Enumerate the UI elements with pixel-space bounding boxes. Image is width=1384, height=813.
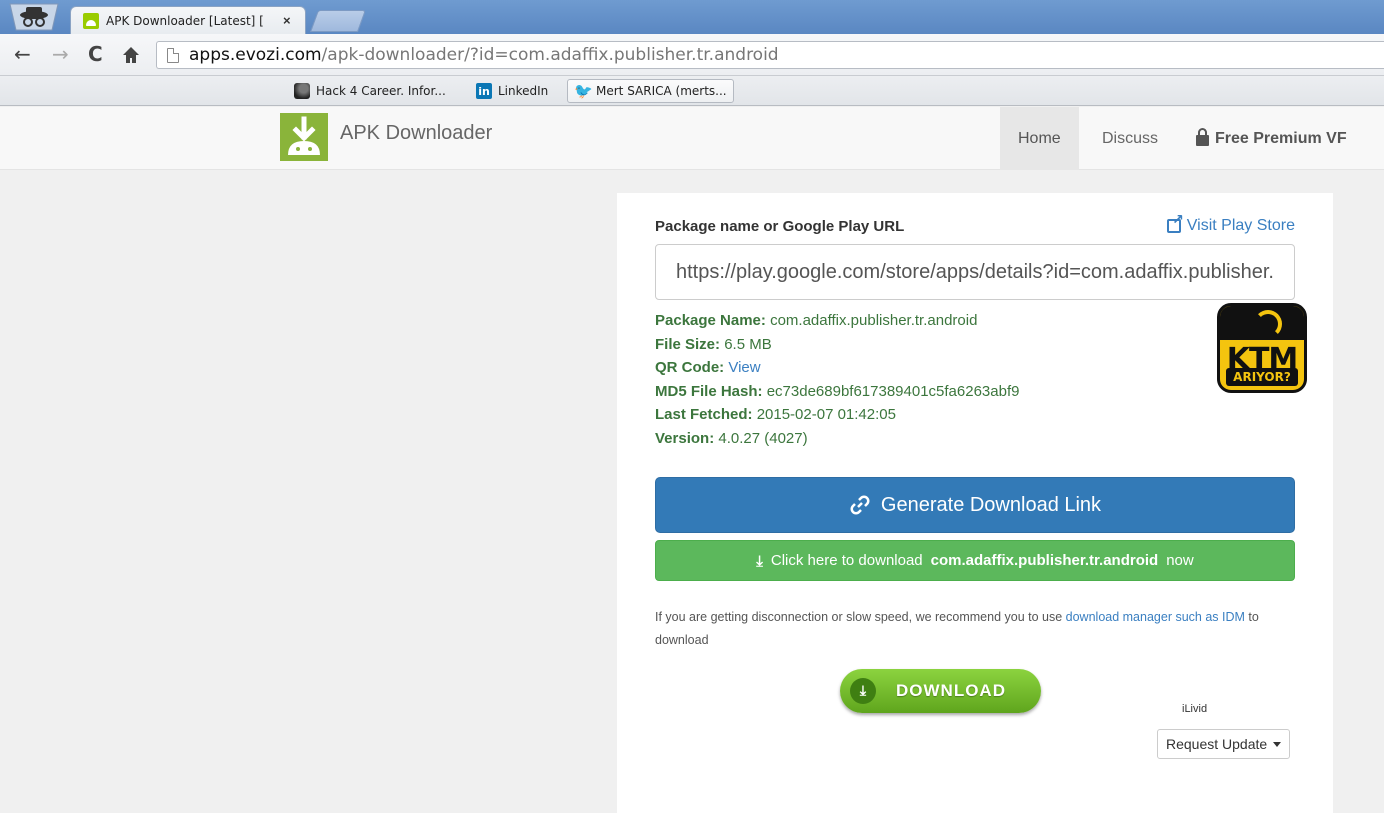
apk-downloader-logo[interactable] [280, 113, 328, 161]
nav-home[interactable]: Home [1000, 107, 1079, 170]
reload-icon[interactable]: C [88, 44, 103, 64]
download-suffix: now [1166, 552, 1194, 569]
file-size-row: File Size: 6.5 MB [655, 333, 1019, 357]
download-package-name: com.adaffix.publisher.tr.android [930, 552, 1159, 569]
nav-home-label: Home [1018, 129, 1061, 147]
qr-code-label: QR Code: [655, 359, 725, 376]
bookmark-label: Mert SARICA (merts... [596, 84, 727, 98]
file-size-value: 6.5 MB [724, 335, 772, 353]
lock-icon [1196, 128, 1209, 146]
ilivid-download-button[interactable]: ⤓ DOWNLOAD [840, 669, 1041, 713]
android-download-icon [280, 113, 328, 161]
note-text: If you are getting disconnection or slow… [655, 610, 1063, 624]
link-icon [850, 495, 870, 515]
package-url-input[interactable] [655, 244, 1295, 300]
linkedin-icon: in [476, 83, 492, 99]
request-update-label: Request Update [1166, 736, 1268, 752]
generate-button-label: Generate Download Link [880, 493, 1102, 516]
download-manager-link[interactable]: download manager such as IDM [1066, 610, 1245, 624]
hack4career-icon [294, 83, 310, 99]
browser-tab-strip: APK Downloader [Latest] [ × [0, 0, 1384, 34]
bookmark-label: LinkedIn [498, 84, 549, 98]
nav-discuss-label: Discuss [1102, 129, 1159, 147]
page-icon [167, 47, 179, 63]
version-row: Version: 4.0.27 (4027) [655, 427, 1019, 451]
md5-value: ec73de689bf617389401c5fa6263abf9 [766, 382, 1020, 400]
url-path: /apk-downloader/?id=com.adaffix.publishe… [321, 45, 779, 65]
home-icon[interactable] [121, 45, 141, 65]
version-value: 4.0.27 (4027) [718, 429, 808, 447]
download-circle-icon: ⤓ [850, 678, 876, 704]
brand-title[interactable]: APK Downloader [340, 122, 492, 145]
apk-downloader-favicon [83, 12, 99, 29]
qr-code-row: QR Code: View [655, 356, 1019, 380]
click-to-download-button[interactable]: ⤓ Click here to download com.adaffix.pub… [655, 540, 1295, 581]
package-name-value: com.adaffix.publisher.tr.android [770, 312, 978, 329]
big-download-label: DOWNLOAD [896, 681, 1006, 700]
downloader-card: Package name or Google Play URL Visit Pl… [617, 193, 1333, 813]
qr-code-view-link[interactable]: View [728, 359, 760, 376]
app-icon-ariyor: ARIYOR? [1226, 368, 1298, 386]
web-page: APK Downloader Home Discuss Free Premium… [0, 107, 1384, 813]
tab-title: APK Downloader [Latest] [ [106, 13, 264, 28]
md5-label: MD5 File Hash: [655, 382, 763, 400]
visit-play-store-label: Visit Play Store [1186, 217, 1295, 234]
nav-discuss[interactable]: Discuss [1084, 107, 1176, 170]
md5-row: MD5 File Hash: ec73de689bf617389401c5fa6… [655, 380, 1019, 404]
package-input-label: Package name or Google Play URL [655, 218, 905, 235]
download-manager-note: If you are getting disconnection or slow… [655, 606, 1295, 652]
tab-close-icon[interactable]: × [283, 13, 291, 28]
address-bar[interactable]: apps.evozi.com/apk-downloader/?id=com.ad… [156, 41, 1384, 69]
caret-down-icon [1273, 741, 1282, 747]
browser-tab-active[interactable]: APK Downloader [Latest] [ × [70, 6, 306, 34]
generate-download-link-button[interactable]: Generate Download Link [655, 477, 1295, 533]
forward-icon[interactable]: → [52, 44, 69, 64]
nav-premium-label: Free Premium VF [1215, 129, 1347, 147]
bookmark-label: Hack 4 Career. Infor... [316, 84, 446, 98]
address-url: apps.evozi.com/apk-downloader/?id=com.ad… [189, 45, 779, 65]
bookmark-hack4career[interactable]: Hack 4 Career. Infor... [288, 79, 452, 103]
last-fetched-value: 2015-02-07 01:42:05 [756, 406, 896, 423]
last-fetched-row: Last Fetched: 2015-02-07 01:42:05 [655, 403, 1019, 427]
file-size-label: File Size: [655, 335, 721, 353]
package-info: Package Name: com.adaffix.publisher.tr.a… [655, 309, 1019, 450]
new-tab-button[interactable] [309, 10, 367, 32]
bookmark-linkedin[interactable]: in LinkedIn [470, 79, 554, 103]
twitter-icon: 🐦 [574, 82, 593, 100]
ilivid-label: iLivid [1182, 703, 1208, 715]
app-icon: KTM ARIYOR? [1217, 303, 1307, 393]
visit-play-store-link[interactable]: Visit Play Store [1166, 212, 1295, 235]
nav-free-premium-vpn[interactable]: Free Premium VF [1178, 107, 1365, 170]
signal-icon [1254, 310, 1282, 338]
package-name-row: Package Name: com.adaffix.publisher.tr.a… [655, 309, 1019, 333]
last-fetched-label: Last Fetched: [655, 406, 753, 423]
package-name-label: Package Name: [655, 312, 766, 329]
site-navbar: APK Downloader Home Discuss Free Premium… [0, 107, 1384, 170]
bookmark-mert-sarica[interactable]: 🐦 Mert SARICA (merts... [567, 79, 734, 103]
url-host: apps.evozi.com [189, 45, 322, 65]
version-label: Version: [655, 429, 715, 447]
back-icon[interactable]: ← [14, 44, 31, 64]
browser-toolbar: ← → C apps.evozi.com/apk-downloader/?id=… [0, 34, 1384, 76]
download-prefix: Click here to download [770, 552, 923, 569]
request-update-dropdown[interactable]: Request Update [1157, 729, 1291, 759]
download-icon: ⤓ [756, 551, 763, 570]
incognito-icon [9, 3, 59, 31]
external-link-icon [1166, 212, 1184, 233]
bookmarks-bar: Hack 4 Career. Infor... in LinkedIn 🐦 Me… [0, 76, 1384, 106]
